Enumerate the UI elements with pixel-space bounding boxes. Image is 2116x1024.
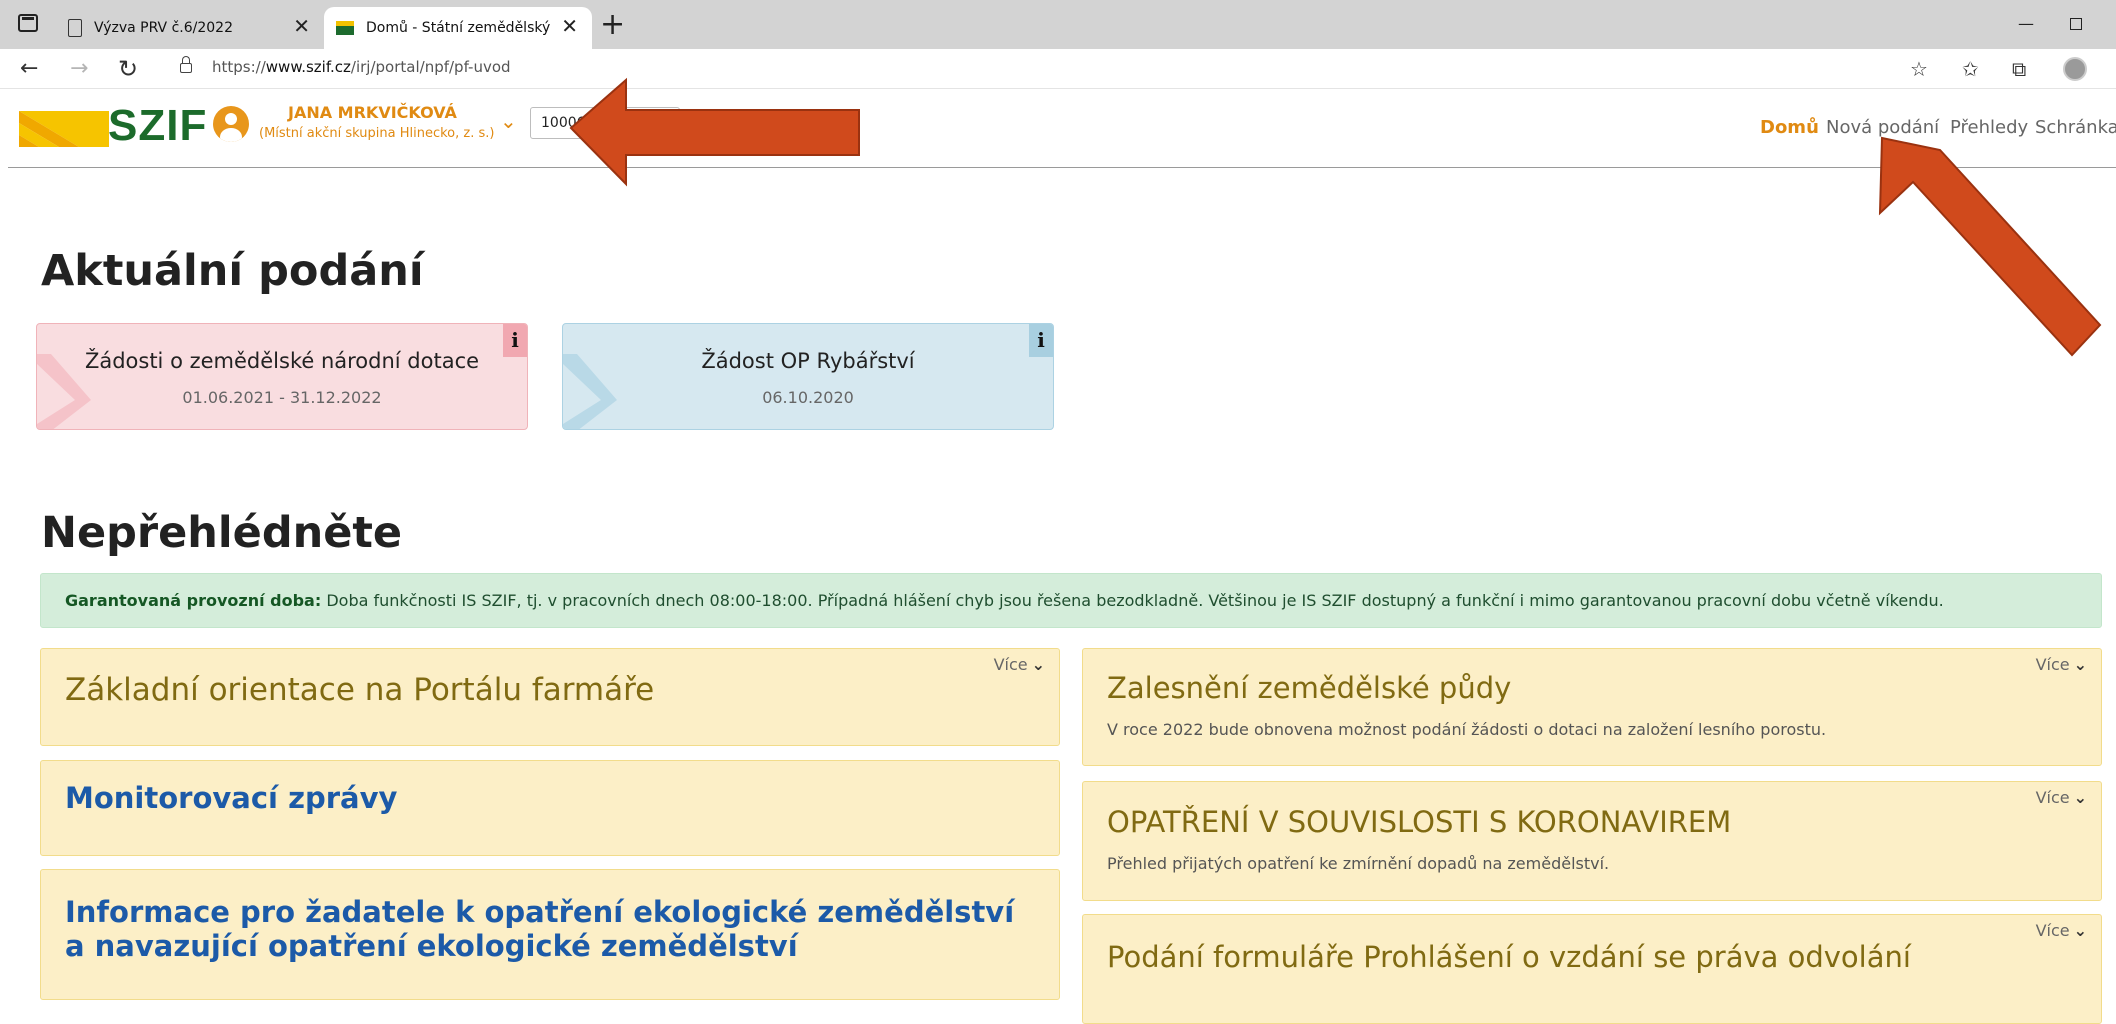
diagonal-arrow-annotation-icon [1878, 136, 2102, 357]
browser-tab-2[interactable]: Domů - Státní zemědělský interv ✕ [324, 7, 592, 49]
chevron-down-icon[interactable]: ⌄ [500, 109, 517, 133]
chevron-decoration-icon [563, 354, 617, 429]
card-title: Žádosti o zemědělské národní dotace [84, 349, 480, 373]
forward-icon[interactable]: → [70, 55, 88, 83]
url-path: /irj/portal/npf/pf-uvod [350, 58, 511, 76]
chevron-down-icon: ⌄ [1031, 655, 1045, 674]
news-box[interactable]: Více ⌄ Podání formuláře Prohlášení o vzdá… [1082, 914, 2102, 1024]
box-title: Zalesnění zemědělské půdy [1107, 671, 1512, 705]
profile-avatar-icon[interactable] [2063, 57, 2087, 81]
reload-icon[interactable]: ↻ [118, 55, 138, 83]
tab-title: Domů - Státní zemědělský interv [366, 20, 556, 36]
more-toggle[interactable]: Více ⌄ [2036, 921, 2087, 940]
szif-logo-icon[interactable] [19, 111, 109, 147]
lock-icon[interactable] [180, 56, 192, 73]
box-text: Přehled přijatých opatření ke zmírnění d… [1107, 854, 1610, 873]
minimize-icon[interactable]: — [2018, 14, 2034, 33]
browser-tab-strip: Výzva PRV č.6/2022 ✕ Domů - Státní zeměd… [0, 0, 2116, 49]
card-title: Žádost OP Rybářství [701, 349, 915, 373]
tab-actions-icon[interactable] [18, 14, 38, 32]
nav-home[interactable]: Domů [1760, 117, 1819, 138]
box-title-link[interactable]: Monitorovací zprávy [65, 781, 397, 815]
favorites-icon[interactable]: ✩ [1962, 57, 1979, 81]
address-bar: ← → ↻ https://www.szif.cz/irj/portal/npf… [0, 49, 2116, 89]
nav-overviews[interactable]: Přehledy [1950, 117, 2028, 138]
box-text: V roce 2022 bude obnovena možnost podání… [1107, 720, 1827, 739]
news-box[interactable]: Více ⌄ Zalesnění zemědělské půdy V roce 2… [1082, 648, 2102, 766]
operating-hours-alert: Garantovaná provozní doba: Doba funkčnos… [40, 573, 2102, 628]
news-box[interactable]: Více ⌄ OPATŘENÍ V SOUVISLOSTI S KORONAVIR… [1082, 781, 2102, 901]
site-header: SZIF JANA MRKVIČKOVÁ (Místní akční skupi… [8, 89, 2116, 168]
box-title: OPATŘENÍ V SOUVISLOSTI S KORONAVIREM [1107, 805, 1732, 839]
news-box[interactable]: Monitorovací zprávy [40, 760, 1060, 856]
submission-card[interactable]: i Žádost OP Rybářství 06.10.2020 [562, 323, 1054, 430]
subject-id-input[interactable] [530, 107, 680, 139]
more-label: Více [2035, 655, 2070, 674]
news-box[interactable]: Více ⌄ Základní orientace na Portálu farm… [40, 648, 1060, 746]
more-label: Více [993, 655, 1028, 674]
user-name[interactable]: JANA MRKVIČKOVÁ [288, 103, 457, 122]
logo-text[interactable]: SZIF [108, 101, 207, 151]
url-field[interactable]: https://www.szif.cz/irj/portal/npf/pf-uv… [212, 58, 511, 76]
tab-title: Výzva PRV č.6/2022 [94, 20, 233, 36]
chevron-down-icon: ⌄ [2073, 655, 2087, 674]
box-title: Základní orientace na Portálu farmáře [65, 672, 655, 708]
news-box[interactable]: Informace pro žadatele k opatření ekolog… [40, 869, 1060, 1000]
more-toggle[interactable]: Více ⌄ [2036, 655, 2087, 674]
card-date: 01.06.2021 - 31.12.2022 [182, 388, 382, 407]
alert-label: Garantovaná provozní doba: [65, 591, 322, 610]
more-label: Více [2035, 788, 2070, 807]
more-label: Více [2035, 921, 2070, 940]
box-title: Podání formuláře Prohlášení o vzdání se … [1107, 940, 1911, 974]
add-favorite-icon[interactable]: ☆ [1910, 57, 1928, 81]
new-tab-icon[interactable]: + [600, 10, 625, 40]
browser-tab-1[interactable]: Výzva PRV č.6/2022 ✕ [56, 7, 324, 49]
page-icon [68, 19, 82, 37]
chevron-down-icon: ⌄ [2073, 921, 2087, 940]
chevron-down-icon: ⌄ [2073, 788, 2087, 807]
close-tab-icon[interactable]: ✕ [293, 16, 310, 36]
nav-mailbox[interactable]: Schránka [2035, 117, 2116, 138]
nav-new-submissions[interactable]: Nová podání [1826, 117, 1939, 138]
section-heading-dont-miss: Nepřehlédněte [41, 508, 403, 558]
alert-text: Doba funkčnosti IS SZIF, tj. v pracovníc… [321, 591, 1944, 610]
restore-icon[interactable] [2070, 18, 2082, 30]
url-scheme: https:// [212, 58, 266, 76]
user-organization[interactable]: (Místní akční skupina Hlinecko, z. s.) [259, 126, 494, 141]
url-domain: www.szif.cz [265, 58, 351, 76]
more-toggle[interactable]: Více ⌄ [994, 655, 1045, 674]
back-icon[interactable]: ← [20, 55, 38, 83]
submission-card[interactable]: i Žádosti o zemědělské národní dotace 01… [36, 323, 528, 430]
card-date: 06.10.2020 [762, 388, 854, 407]
user-icon[interactable] [213, 106, 249, 142]
close-tab-icon[interactable]: ✕ [561, 16, 578, 36]
szif-favicon-icon [336, 21, 354, 35]
section-heading-current-submissions: Aktuální podání [41, 246, 424, 296]
more-toggle[interactable]: Více ⌄ [2036, 788, 2087, 807]
chevron-decoration-icon [37, 354, 91, 429]
box-title-link[interactable]: Informace pro žadatele k opatření ekolog… [65, 895, 1025, 963]
collections-icon[interactable]: ⧉ [2012, 57, 2026, 81]
